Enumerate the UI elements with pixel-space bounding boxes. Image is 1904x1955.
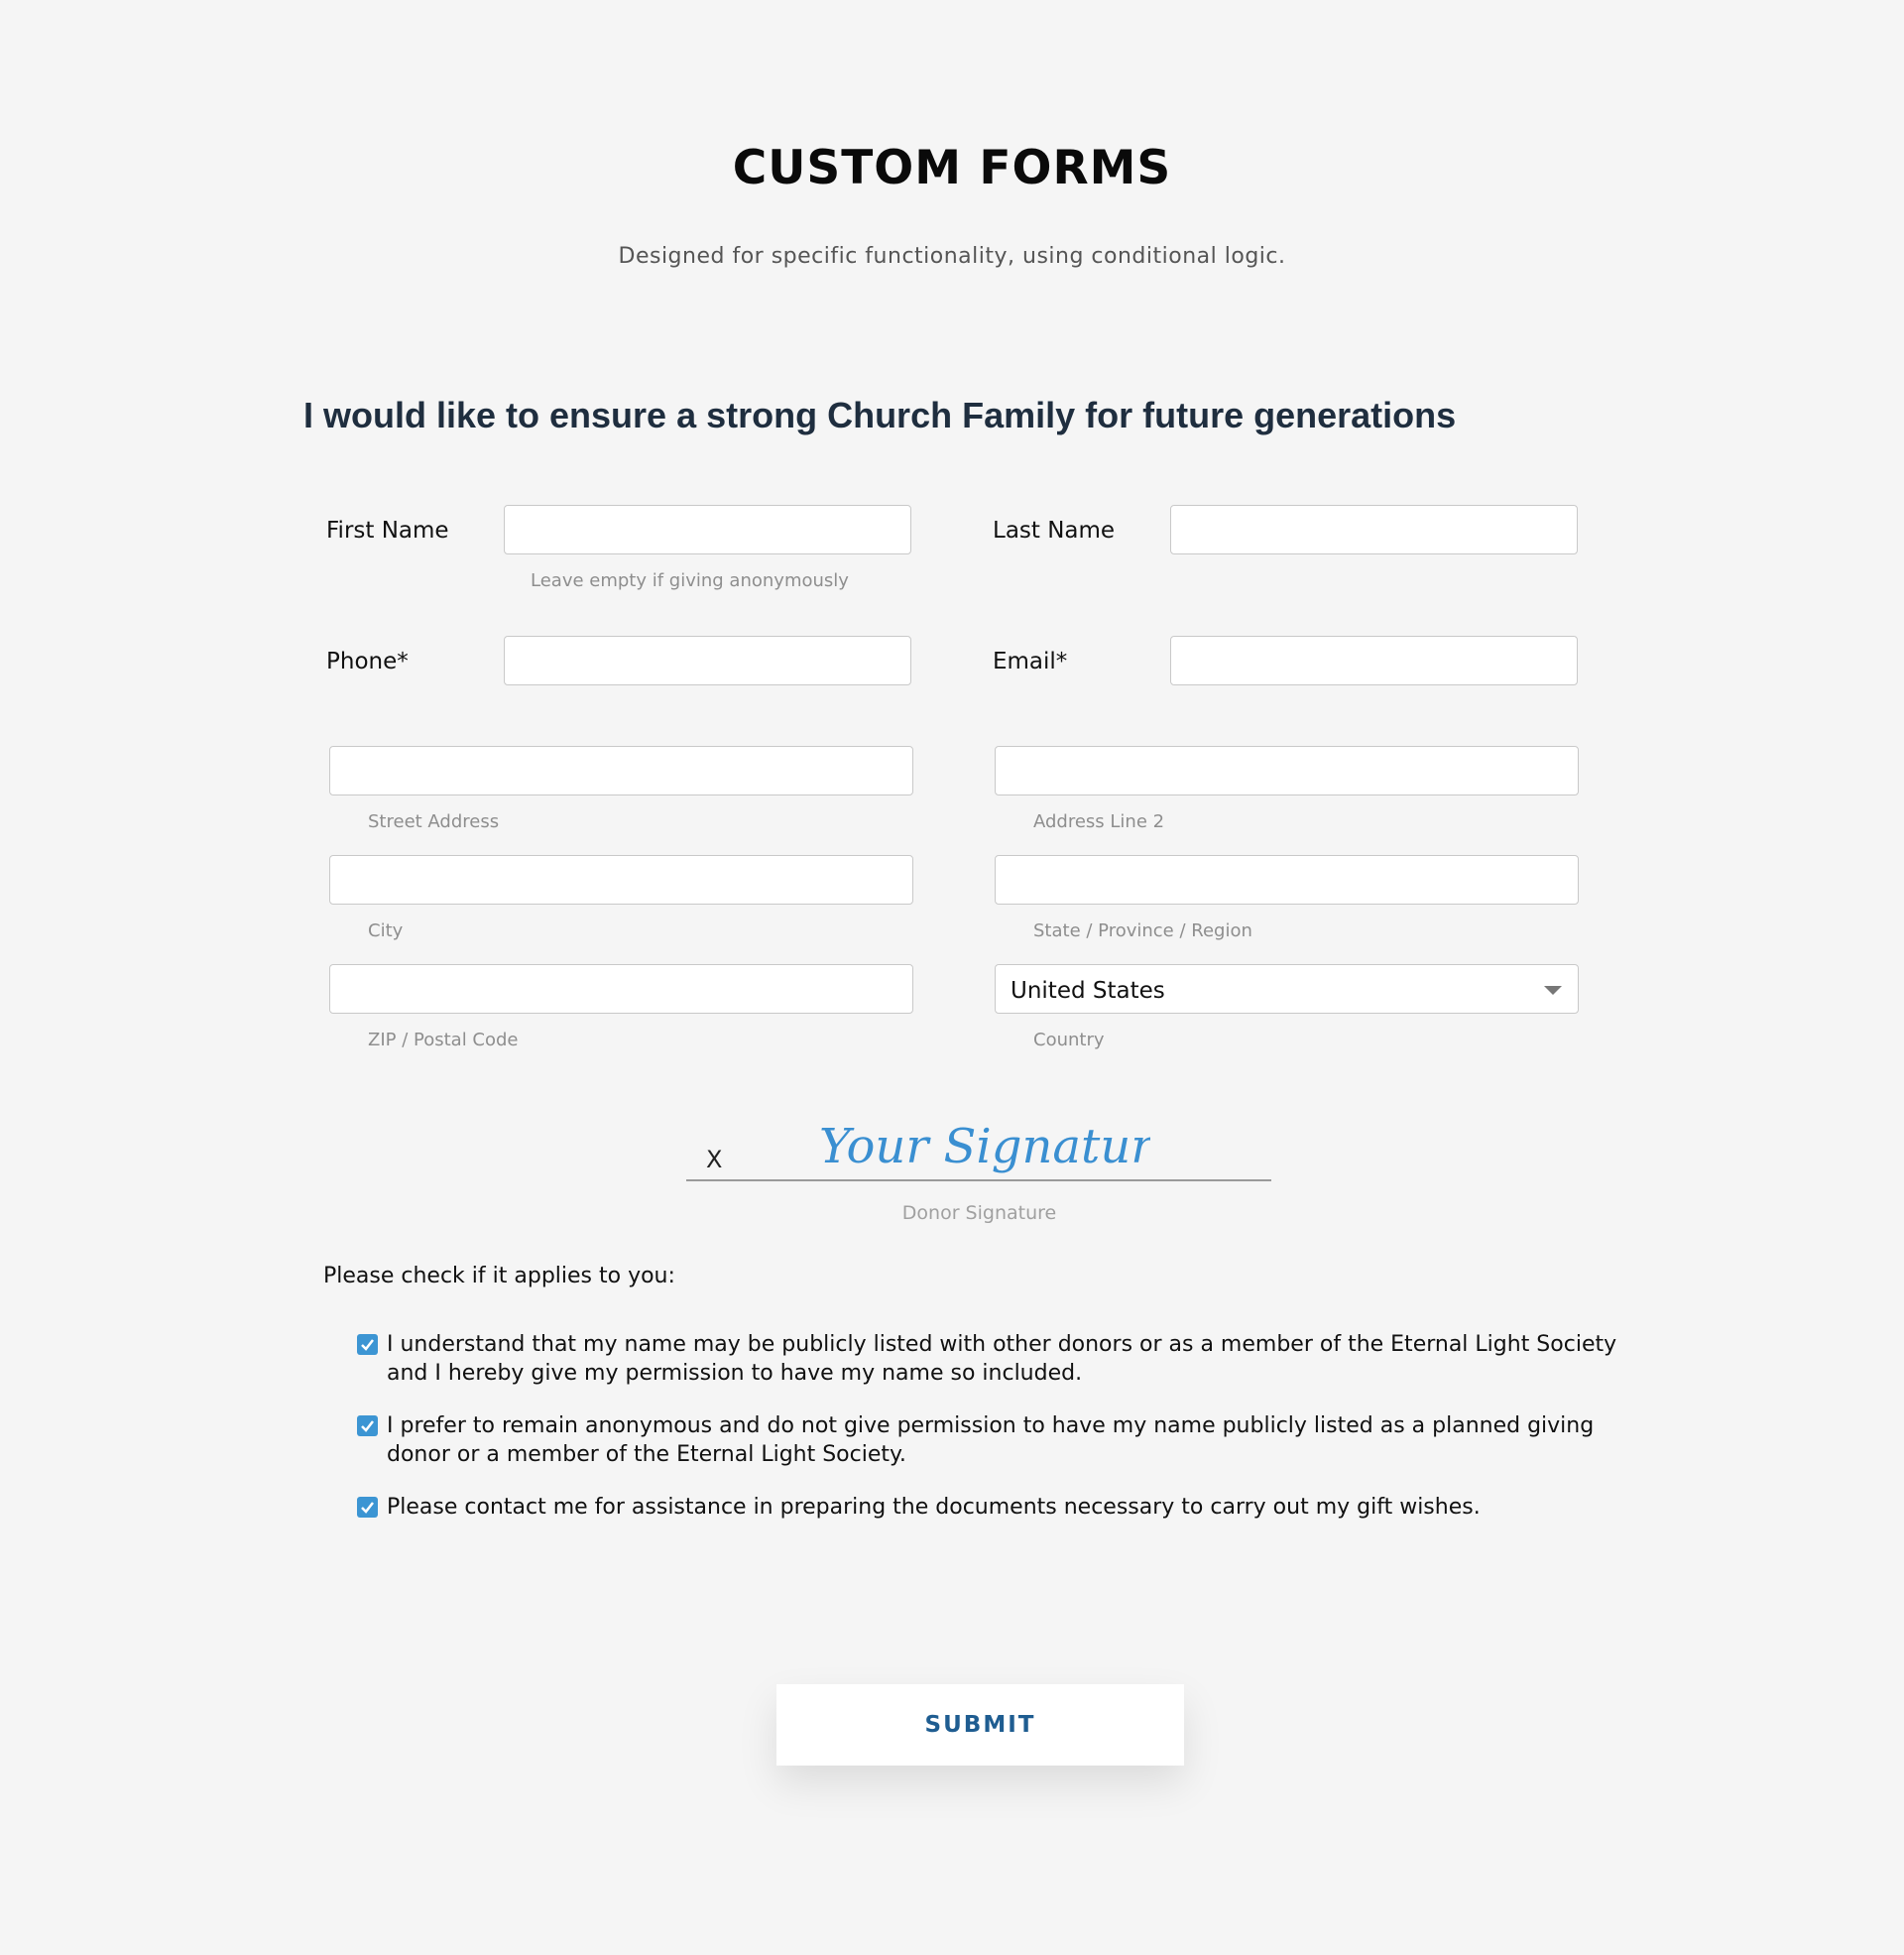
checkbox-public-listing[interactable] <box>357 1334 378 1355</box>
country-selected-value: United States <box>1011 978 1165 1004</box>
check-prompt: Please check if it applies to you: <box>323 1264 675 1288</box>
email-input[interactable] <box>1170 636 1578 685</box>
phone-input[interactable] <box>504 636 911 685</box>
form-heading: I would like to ensure a strong Church F… <box>303 395 1457 435</box>
phone-label: Phone* <box>326 649 409 674</box>
signature-x-mark: X <box>706 1146 723 1173</box>
submit-button[interactable]: SUBMIT <box>776 1684 1184 1766</box>
zip-input[interactable] <box>329 964 913 1014</box>
checkmark-icon <box>361 1420 374 1432</box>
city-input[interactable] <box>329 855 913 905</box>
country-hint: Country <box>1033 1030 1105 1050</box>
last-name-label: Last Name <box>993 518 1116 544</box>
state-hint: State / Province / Region <box>1033 920 1252 941</box>
page-subtitle: Designed for specific functionality, usi… <box>618 244 1286 269</box>
checkmark-icon <box>361 1502 374 1514</box>
signature-caption: Donor Signature <box>901 1202 1057 1224</box>
email-label: Email* <box>993 649 1068 674</box>
check-text-contact-me: Please contact me for assistance in prep… <box>387 1495 1481 1520</box>
checkbox-contact-me[interactable] <box>357 1497 378 1518</box>
signature-field[interactable]: Your Signature <box>813 1101 1150 1190</box>
checkbox-anonymous[interactable] <box>357 1415 378 1436</box>
check-text-public-listing: I understand that my name may be publicl… <box>387 1332 1617 1386</box>
country-select[interactable]: United States <box>995 964 1579 1014</box>
state-input[interactable] <box>995 855 1579 905</box>
signature-script: Your Signature <box>819 1119 1150 1174</box>
street-address-input[interactable] <box>329 746 913 795</box>
zip-hint: ZIP / Postal Code <box>368 1030 519 1050</box>
chevron-down-icon <box>1544 986 1562 995</box>
address-line2-hint: Address Line 2 <box>1033 811 1165 832</box>
checkmark-icon <box>361 1339 374 1351</box>
city-hint: City <box>368 920 404 941</box>
page-title: CUSTOM FORMS <box>732 141 1172 195</box>
signature-line <box>686 1179 1271 1181</box>
check-text-anonymous: I prefer to remain anonymous and do not … <box>387 1413 1595 1467</box>
address-line2-input[interactable] <box>995 746 1579 795</box>
first-name-input[interactable] <box>504 505 911 554</box>
first-name-hint: Leave empty if giving anonymously <box>531 570 849 591</box>
last-name-input[interactable] <box>1170 505 1578 554</box>
street-address-hint: Street Address <box>368 811 500 832</box>
first-name-label: First Name <box>326 518 449 544</box>
